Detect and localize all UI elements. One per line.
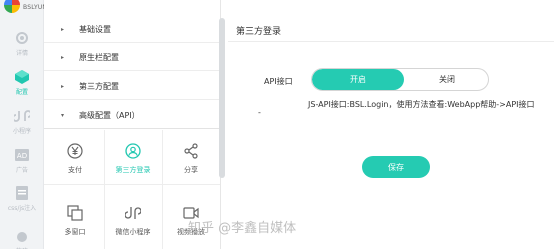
mini-program-icon [14,110,30,122]
rail-item-label: 广告 [15,167,28,174]
left-rail: BSLYUN.COM 详情 配置 小程序 AD 广告 [0,0,64,249]
rail-item-label: 小程序 [12,128,31,135]
api-item-multi-window[interactable]: 多窗口 [46,205,104,237]
rail-item-config[interactable]: 配置 [0,69,44,96]
menu-item-label: 原生栏配置 [79,53,119,62]
api-item-label: 分享 [184,166,198,174]
menu-scrollbar[interactable] [219,18,225,178]
logo-mark-icon [4,0,20,13]
share-icon [184,143,198,159]
svg-text:AD: AD [17,152,27,160]
menu-item-label: 第三方配置 [79,82,119,91]
title-divider [228,41,554,42]
menu-item-native-bar[interactable]: ▸ 原生栏配置 [44,45,220,71]
toggle-on-option[interactable]: 开启 [312,69,404,90]
rail-item-details[interactable]: 详情 [0,30,44,57]
menu-item-advanced-api[interactable]: ▾ 高级配置（API） [44,103,220,129]
api-item-label: 第三方登录 [115,166,151,174]
menu-item-label: 高级配置（API） [79,111,140,120]
main-panel: 第三方登录 API接口 开启 关闭 JS-API接口:BSL.Login，使用方… [228,0,554,249]
rail-item-label: 详情 [15,50,28,57]
ad-icon: AD [15,149,29,161]
build-icon [17,232,27,242]
grid-divider [44,184,220,185]
gear-icon [16,32,28,44]
chevron-right-icon: ▸ [61,83,65,90]
chevron-right-icon: ▸ [61,26,65,33]
rail-item-label: 配置 [15,89,28,96]
toggle-off-option[interactable]: 关闭 [404,69,488,90]
api-item-share[interactable]: 分享 [162,143,220,175]
watermark: 知乎 @李鑫自媒体 [188,221,297,236]
user-circle-icon [125,143,141,159]
code-icon [16,186,28,200]
yen-icon [67,143,83,159]
chevron-down-icon: ▾ [61,112,65,119]
save-button[interactable]: 保存 [362,156,430,178]
api-item-label: 支付 [68,166,82,174]
menu-item-basic-settings[interactable]: ▸ 基础设置 [44,17,220,43]
page-title: 第三方登录 [236,27,282,37]
rail-item-build[interactable]: 构建 [0,228,44,249]
api-enable-toggle[interactable]: 开启 关闭 [311,68,489,91]
mini-program-icon [125,207,141,219]
rail-item-mini-program[interactable]: 小程序 [0,108,44,135]
api-item-wechat-mini-program[interactable]: 微信小程序 [104,205,162,237]
chevron-right-icon: ▸ [61,54,65,61]
api-item-label: 多窗口 [64,228,86,236]
menu-item-label: 基础设置 [79,25,111,34]
api-item-payment[interactable]: 支付 [46,143,104,175]
api-interface-label: API接口 [264,77,293,86]
api-description: JS-API接口:BSL.Login，使用方法查看:WebApp帮助->API接… [308,100,535,109]
windows-icon [67,205,83,221]
menu-item-third-party[interactable]: ▸ 第三方配置 [44,74,220,100]
cube-icon [15,70,29,84]
settings-menu: ▸ 基础设置 ▸ 原生栏配置 ▸ 第三方配置 ▾ 高级配置（API） 支付 第三… [44,0,221,249]
rail-item-label: css/js注入 [7,205,37,212]
dash-mark: - [258,108,261,117]
rail-item-ads[interactable]: AD 广告 [0,147,44,174]
api-item-third-party-login[interactable]: 第三方登录 [104,143,162,175]
rail-item-css-js[interactable]: css/js注入 [0,185,44,212]
api-item-label: 微信小程序 [115,228,151,236]
